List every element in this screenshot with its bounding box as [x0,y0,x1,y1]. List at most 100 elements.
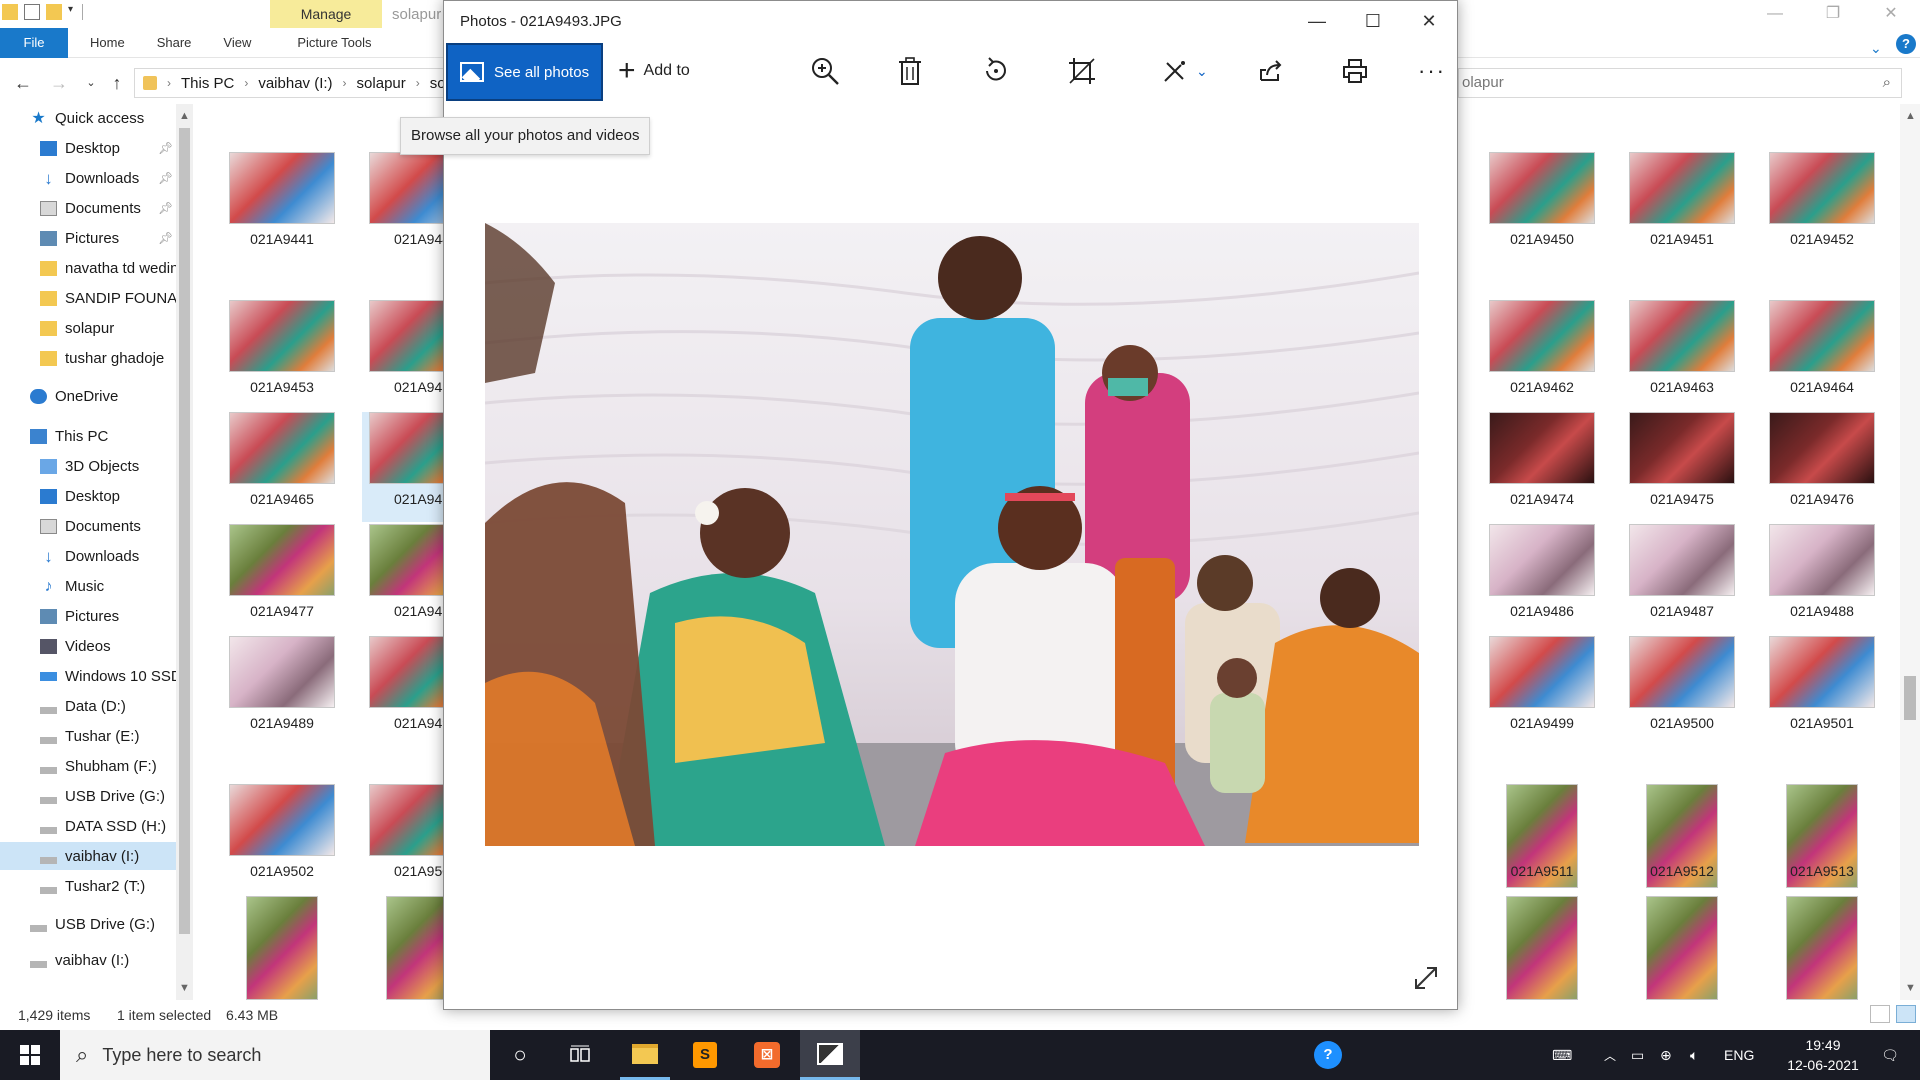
see-all-photos-button[interactable]: See all photos [446,43,603,101]
file-thumbnail[interactable]: 021A9513 [1762,784,1882,894]
sidebar-item[interactable]: Pictures [0,602,176,630]
sidebar-item[interactable]: Desktop 📌︎ [0,134,176,162]
notifications-icon[interactable]: 🗨︎ [1868,1030,1912,1080]
sidebar-item[interactable]: Data (D:) [0,692,176,720]
volume-icon[interactable]: 🔈︎ [1690,1030,1698,1080]
help-icon[interactable]: ? [1896,34,1916,54]
sidebar-item[interactable]: Documents 📌︎ [0,194,176,222]
file-thumbnail[interactable]: 021A9475 [1622,412,1742,522]
sidebar-item[interactable]: ↓ Downloads 📌︎ [0,164,176,192]
content-scrollbar[interactable] [1900,104,1920,1000]
customize-toolbar-icon[interactable]: ▾ [68,4,76,20]
breadcrumb-this-pc[interactable]: This PC [181,75,234,92]
scroll-down-icon[interactable]: ▼ [1902,982,1919,994]
help-assistant-icon[interactable]: ? [1312,1030,1344,1080]
up-arrow-icon[interactable]: ↑ [104,70,130,96]
sidebar-item[interactable]: solapur [0,314,176,342]
recent-locations-icon[interactable]: ⌄ [78,70,104,96]
sidebar-item[interactable]: 3D Objects [0,452,176,480]
file-thumbnail[interactable]: 021A9486 [1482,524,1602,634]
sidebar-item[interactable]: Pictures 📌︎ [0,224,176,252]
sidebar-item[interactable]: OneDrive [0,382,176,410]
sidebar-item[interactable]: This PC [0,422,176,450]
file-thumbnail[interactable] [1762,896,1882,1006]
more-options-button[interactable]: ··· [1418,49,1446,93]
file-thumbnail[interactable]: 021A9501 [1762,636,1882,746]
file-thumbnail[interactable]: 021A9511 [1482,784,1602,894]
file-thumbnail[interactable] [222,896,342,1006]
sidebar-item[interactable]: ♪ Music [0,572,176,600]
file-thumbnail[interactable]: 021A9477 [222,524,342,634]
file-thumbnail[interactable]: 021A9463 [1622,300,1742,410]
properties-icon[interactable] [24,4,40,20]
close-button[interactable]: ✕ [1862,0,1920,28]
share-button[interactable] [1258,49,1284,93]
show-hidden-icons-icon[interactable]: ︿ [1604,1030,1616,1080]
sidebar-item[interactable]: navatha td wedin [0,254,176,282]
sidebar-item[interactable]: vaibhav (I:) [0,842,176,870]
sidebar-item[interactable]: Tushar (E:) [0,722,176,750]
photos-taskbar-icon[interactable] [800,1030,860,1080]
file-thumbnail[interactable] [1622,896,1742,1006]
sidebar-item[interactable]: Videos [0,632,176,660]
expand-ribbon-icon[interactable]: ⌄ [1870,40,1882,57]
navigation-scrollbar-thumb[interactable] [179,128,190,934]
sidebar-item[interactable]: Documents [0,512,176,540]
sidebar-item[interactable]: SANDIP FOUNAD [0,284,176,312]
breadcrumb-drive[interactable]: vaibhav (I:) [258,75,332,92]
language-indicator[interactable]: ENG [1724,1030,1754,1080]
large-icons-view-icon[interactable] [1896,1005,1916,1023]
tab-picture-tools[interactable]: Picture Tools [281,28,387,58]
sidebar-item[interactable]: Desktop [0,482,176,510]
network-icon[interactable]: ⊕ [1660,1030,1672,1080]
sidebar-item[interactable]: vaibhav (I:) [0,946,176,974]
print-button[interactable] [1342,49,1368,93]
edit-create-button[interactable]: ⌄ [1162,49,1208,93]
forward-arrow-icon[interactable]: → [46,70,72,96]
file-thumbnail[interactable]: 021A9488 [1762,524,1882,634]
cortana-icon[interactable]: ○ [500,1030,540,1080]
scroll-up-icon[interactable]: ▲ [1902,110,1919,122]
taskbar-search-input[interactable]: ⌕ Type here to search [60,1030,490,1080]
minimize-button[interactable]: — [1289,1,1345,41]
new-folder-icon[interactable] [46,4,62,20]
file-thumbnail[interactable] [1482,896,1602,1006]
file-thumbnail[interactable]: 021A9487 [1622,524,1742,634]
sidebar-item[interactable]: Tushar2 (T:) [0,872,176,900]
add-to-button[interactable]: + Add to [618,49,690,93]
file-thumbnail[interactable]: 021A9462 [1482,300,1602,410]
full-screen-icon[interactable] [1413,965,1439,995]
breadcrumb[interactable]: › This PC › vaibhav (I:) › solapur › so [134,68,454,98]
zoom-button[interactable] [810,49,840,93]
sidebar-item[interactable]: Shubham (F:) [0,752,176,780]
breadcrumb-solapur[interactable]: solapur [357,75,406,92]
file-thumbnail[interactable]: 021A9441 [222,152,342,262]
restore-button[interactable]: ❐ [1804,0,1862,28]
file-thumbnail[interactable]: 021A9499 [1482,636,1602,746]
scroll-up-icon[interactable]: ▲ [176,110,193,122]
task-view-icon[interactable] [560,1030,600,1080]
sidebar-item[interactable]: DATA SSD (H:) [0,812,176,840]
file-thumbnail[interactable]: 021A9500 [1622,636,1742,746]
file-thumbnail[interactable]: 021A9512 [1622,784,1742,894]
xampp-icon[interactable]: ⊠ [742,1030,792,1080]
delete-button[interactable] [897,49,923,93]
start-button[interactable] [0,1030,60,1080]
file-thumbnail[interactable]: 021A9502 [222,784,342,894]
sidebar-item[interactable]: tushar ghadoje [0,344,176,372]
file-thumbnail[interactable]: 021A9489 [222,636,342,746]
scroll-down-icon[interactable]: ▼ [176,982,193,994]
details-view-icon[interactable] [1870,1005,1890,1023]
content-scrollbar-thumb[interactable] [1904,676,1916,720]
file-thumbnail[interactable]: 021A9465 [222,412,342,522]
file-explorer-taskbar-icon[interactable] [620,1030,670,1080]
sidebar-item[interactable]: USB Drive (G:) [0,910,176,938]
sublime-text-icon[interactable]: S [680,1030,730,1080]
file-thumbnail[interactable]: 021A9464 [1762,300,1882,410]
clock[interactable]: 19:49 12-06-2021 [1778,1030,1868,1080]
file-thumbnail[interactable]: 021A9450 [1482,152,1602,262]
manage-tab[interactable]: Manage [270,0,382,28]
close-button[interactable]: ✕ [1401,1,1457,41]
sidebar-item[interactable]: ↓ Downloads [0,542,176,570]
back-arrow-icon[interactable]: ← [10,70,36,96]
